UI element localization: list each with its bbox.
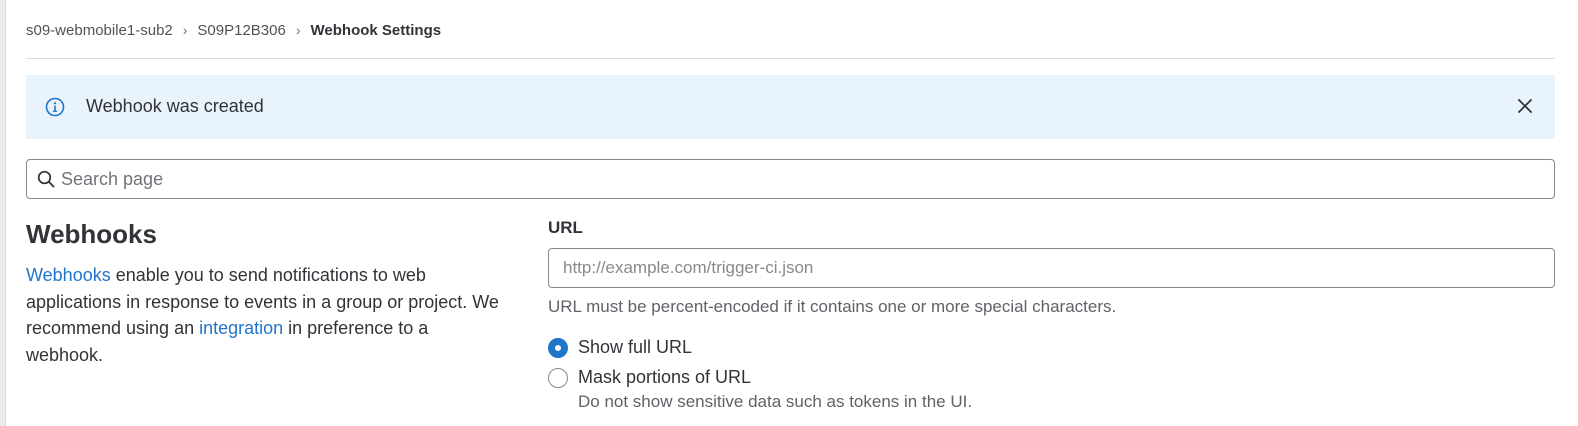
mask-help-text: Do not show sensitive data such as token… <box>578 392 973 411</box>
breadcrumb-current[interactable]: Webhook Settings <box>311 22 442 39</box>
search-icon <box>37 170 55 188</box>
url-input[interactable] <box>548 248 1555 288</box>
webhooks-docs-link[interactable]: Webhooks <box>26 265 111 285</box>
section-description: Webhooks enable you to send notification… <box>26 262 501 368</box>
chevron-right-icon: › <box>182 22 188 38</box>
breadcrumb: s09-webmobile1-sub2 › S09P12B306 › Webho… <box>26 19 441 41</box>
url-label: URL <box>548 218 583 237</box>
breadcrumb-item-group[interactable]: s09-webmobile1-sub2 <box>26 22 173 39</box>
close-icon[interactable] <box>1517 98 1533 114</box>
alert-banner: Webhook was created <box>26 75 1555 139</box>
header-divider <box>26 58 1555 59</box>
left-rail <box>0 0 6 426</box>
radio-mask-url[interactable]: Mask portions of URL <box>548 367 751 388</box>
info-icon <box>45 97 65 117</box>
chevron-right-icon: › <box>295 22 301 38</box>
radio-show-full-url[interactable]: Show full URL <box>548 337 692 358</box>
breadcrumb-item-project[interactable]: S09P12B306 <box>197 22 285 39</box>
section-title: Webhooks <box>26 219 157 249</box>
radio-button-checked[interactable] <box>548 337 568 358</box>
search-input[interactable] <box>61 160 1541 198</box>
radio-label-show-full-url: Show full URL <box>578 337 693 357</box>
integration-link[interactable]: integration <box>199 318 283 338</box>
alert-message: Webhook was created <box>86 96 264 116</box>
radio-label-mask-url: Mask portions of URL <box>578 367 752 387</box>
radio-button-unchecked[interactable] <box>548 367 568 388</box>
url-help-text: URL must be percent-encoded if it contai… <box>548 297 1117 316</box>
search-field <box>26 159 1555 199</box>
